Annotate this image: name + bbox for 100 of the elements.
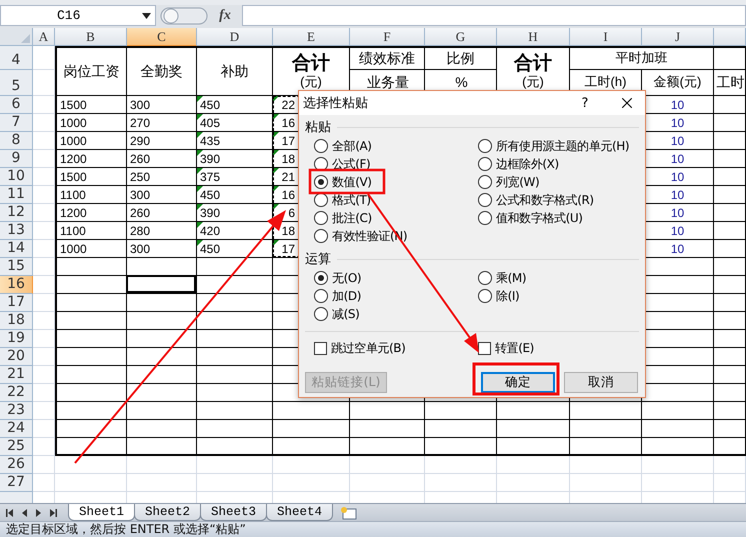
row-header[interactable]: 21 <box>0 366 33 384</box>
table-cell <box>714 240 746 258</box>
option-label[interactable]: 减(S) <box>332 306 360 322</box>
table-cell <box>33 474 55 492</box>
row-header[interactable]: 7 <box>0 114 33 132</box>
table-cell: 250 <box>127 168 197 186</box>
column-header[interactable]: I <box>570 28 642 46</box>
row-header[interactable]: 26 <box>0 456 33 474</box>
column-header[interactable]: H <box>497 28 570 46</box>
option-label[interactable]: 边框除外(X) <box>496 156 559 172</box>
resize-handle-icon[interactable] <box>160 6 208 26</box>
table-cell <box>714 456 746 474</box>
table-cell <box>33 276 55 294</box>
row-header[interactable]: 12 <box>0 204 33 222</box>
option-label[interactable]: 所有使用源主题的单元(H) <box>496 138 630 154</box>
table-cell <box>714 258 746 276</box>
radio-button[interactable] <box>478 289 492 303</box>
option-label[interactable]: 转置(E) <box>495 340 534 356</box>
row-header[interactable]: 23 <box>0 402 33 420</box>
table-cell <box>33 438 55 456</box>
radio-button[interactable] <box>314 307 328 321</box>
sheet-tab[interactable]: Sheet1 <box>68 504 136 521</box>
insert-function-button[interactable]: fx <box>212 8 238 24</box>
table-cell <box>714 114 746 132</box>
column-header[interactable]: B <box>55 28 127 46</box>
table-cell: 1100 <box>55 186 127 204</box>
option-label[interactable]: 加(D) <box>332 288 362 304</box>
radio-button[interactable] <box>314 289 328 303</box>
checkbox[interactable] <box>478 342 491 354</box>
row-header[interactable]: 16 <box>0 276 33 294</box>
table-cell <box>127 402 197 420</box>
table-cell <box>55 258 127 276</box>
table-cell <box>714 150 746 168</box>
option-label[interactable]: 列宽(W) <box>496 174 540 190</box>
column-header[interactable]: C <box>127 28 197 46</box>
table-cell: 290 <box>127 132 197 150</box>
radio-button[interactable] <box>314 139 328 153</box>
option-label[interactable]: 公式和数字格式(R) <box>496 192 594 208</box>
name-box[interactable]: C16 <box>0 5 156 26</box>
cancel-button[interactable]: 取消 <box>564 372 638 393</box>
table-cell <box>714 222 746 240</box>
table-cell <box>127 438 197 456</box>
row-header[interactable]: 8 <box>0 132 33 150</box>
row-header[interactable]: 9 <box>0 150 33 168</box>
row-header[interactable]: 6 <box>0 96 33 114</box>
option-label[interactable]: 跳过空单元(B) <box>331 340 406 356</box>
sheet-tab[interactable]: Sheet2 <box>134 504 202 521</box>
radio-button[interactable] <box>478 157 492 171</box>
radio-button[interactable] <box>478 211 492 225</box>
column-header[interactable]: E <box>273 28 350 46</box>
option-label[interactable]: 无(O) <box>332 270 362 286</box>
row-header[interactable]: 18 <box>0 312 33 330</box>
radio-button[interactable] <box>478 193 492 207</box>
row-header[interactable]: 25 <box>0 438 33 456</box>
radio-button[interactable] <box>478 271 492 285</box>
ok-button[interactable]: 确定 <box>481 372 555 393</box>
row-header[interactable]: 19 <box>0 330 33 348</box>
row-header[interactable]: 20 <box>0 348 33 366</box>
row-header[interactable]: 24 <box>0 420 33 438</box>
table-cell <box>714 96 746 114</box>
sheet-tab[interactable]: Sheet4 <box>266 504 334 521</box>
table-cell <box>33 70 55 96</box>
row-header[interactable]: 5 <box>0 70 33 96</box>
table-cell <box>714 474 746 492</box>
header-cell: 比例 <box>425 46 497 70</box>
table-cell <box>714 438 746 456</box>
radio-button[interactable] <box>478 139 492 153</box>
row-header[interactable]: 27 <box>0 474 33 492</box>
table-cell <box>33 258 55 276</box>
radio-button[interactable] <box>314 211 328 225</box>
column-header[interactable]: J <box>642 28 714 46</box>
column-header[interactable]: F <box>350 28 425 46</box>
checkbox[interactable] <box>314 342 327 354</box>
row-header[interactable]: 17 <box>0 294 33 312</box>
table-cell: 300 <box>127 96 197 114</box>
row-header[interactable]: 14 <box>0 240 33 258</box>
radio-button[interactable] <box>314 271 328 285</box>
sheet-tab[interactable]: Sheet3 <box>200 504 268 521</box>
row-header[interactable]: 4 <box>0 46 33 70</box>
column-header[interactable]: G <box>425 28 497 46</box>
row-header[interactable]: 15 <box>0 258 33 276</box>
row-header[interactable]: 10 <box>0 168 33 186</box>
option-label[interactable]: 值和数字格式(U) <box>496 210 583 226</box>
option-label[interactable]: 除(I) <box>496 288 520 304</box>
radio-button[interactable] <box>314 175 328 189</box>
radio-button[interactable] <box>314 229 328 243</box>
row-header[interactable]: 13 <box>0 222 33 240</box>
row-header[interactable]: 11 <box>0 186 33 204</box>
table-cell <box>33 204 55 222</box>
table-cell: 300 <box>127 240 197 258</box>
table-cell <box>570 420 642 438</box>
help-button[interactable]: ? <box>565 96 605 110</box>
radio-button[interactable] <box>478 175 492 189</box>
column-header[interactable]: A <box>33 28 55 46</box>
active-cell[interactable] <box>127 276 197 294</box>
column-header[interactable]: D <box>197 28 273 46</box>
header-cell: 补助 <box>197 46 273 96</box>
option-label[interactable]: 乘(M) <box>496 270 526 286</box>
table-cell <box>570 456 642 474</box>
row-header[interactable]: 22 <box>0 384 33 402</box>
